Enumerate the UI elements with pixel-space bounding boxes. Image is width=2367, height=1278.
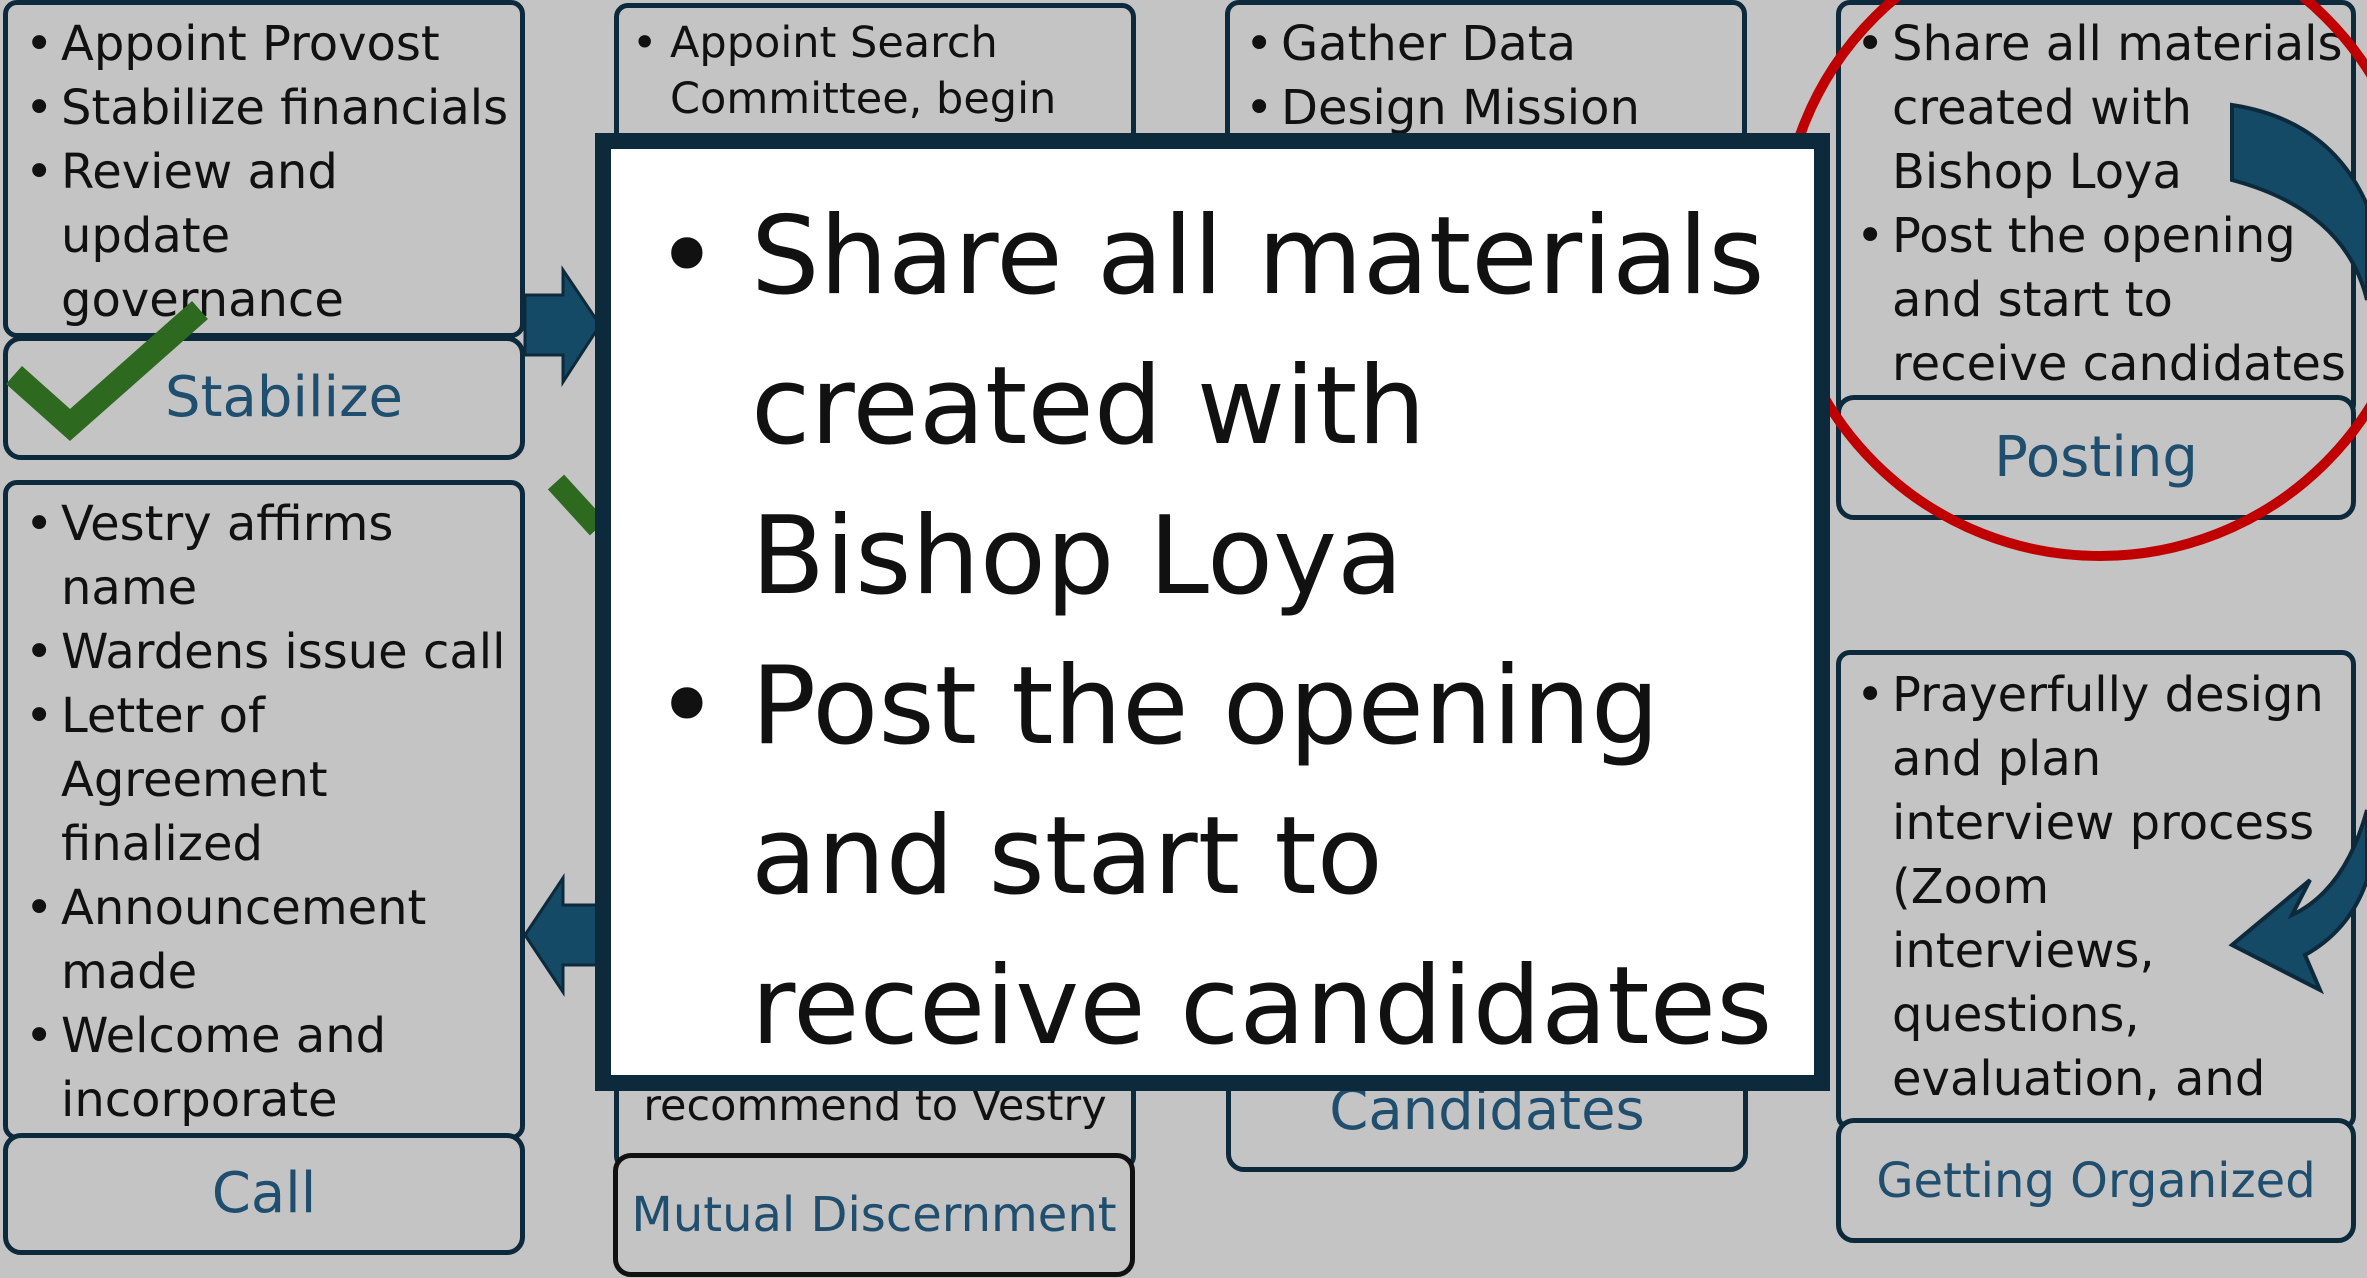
curved-arrow bbox=[2228, 809, 2367, 995]
checkmark-icon bbox=[547, 474, 607, 536]
arrow-right bbox=[523, 265, 602, 388]
checkmark-icon bbox=[6, 301, 208, 442]
zoom-callout: Share all materials created with Bishop … bbox=[595, 133, 1830, 1091]
zoom-bullets: Share all materials created with Bishop … bbox=[655, 182, 1794, 1082]
bullet-item: Post the opening and start to receive ca… bbox=[655, 632, 1794, 1082]
arrow-left bbox=[523, 873, 602, 997]
bullet-item: Share all materials created with Bishop … bbox=[655, 182, 1794, 632]
curved-arrow bbox=[2230, 102, 2367, 301]
highlight-circle bbox=[1777, 0, 2367, 561]
